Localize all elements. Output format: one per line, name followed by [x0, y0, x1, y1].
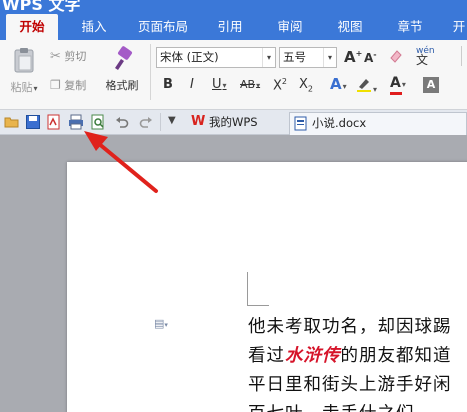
highlight-button[interactable]: ▾ [356, 76, 380, 96]
document-icon [294, 116, 307, 131]
font-color-button[interactable]: A▾ [390, 75, 406, 95]
document-page[interactable]: ▤▾ 他未考取功名，却因球踢 看过水浒传的朋友都知道 平日里和街头上游手好闲 百… [67, 162, 467, 412]
char-shading-button[interactable]: A [423, 77, 439, 93]
quickbar-separator [160, 113, 161, 131]
ribbon-tabs: 开始 插入 页面布局 引用 审阅 视图 章节 开 [0, 14, 467, 40]
tab-view[interactable]: 视图 [328, 14, 372, 40]
tab-references[interactable]: 引用 [208, 14, 252, 40]
cut-button[interactable]: ✂ 剪切 [50, 48, 86, 64]
grow-font-button[interactable]: A+ [344, 48, 362, 66]
copy-label: 复制 [64, 79, 87, 92]
tab-sections[interactable]: 章节 [388, 14, 432, 40]
customize-quickbar-icon[interactable]: ▼ [168, 115, 176, 126]
export-pdf-icon[interactable] [46, 114, 62, 130]
ribbon-home: 粘贴▾ ✂ 剪切 ❐ 复制 格式刷 宋体 (正文) ▾ 五号 ▾ A+ A- w… [0, 40, 467, 110]
wps-logo-icon: W [191, 114, 206, 129]
chevron-down-icon: ▾ [323, 48, 336, 67]
paste-dropdown-icon: ▾ [33, 84, 38, 93]
undo-icon[interactable] [114, 114, 130, 130]
ribbon-separator [461, 46, 463, 66]
text-effect-button[interactable]: A▾ [330, 75, 347, 93]
document-text-line[interactable]: 看过水浒传的朋友都知道 [248, 342, 452, 367]
tab-review[interactable]: 审阅 [268, 14, 312, 40]
bold-button[interactable]: B [163, 77, 173, 92]
underline-button[interactable]: U▾ [212, 77, 227, 92]
margin-corner-marker [247, 305, 269, 306]
format-painter-button[interactable]: 格式刷 [101, 46, 143, 102]
eraser-icon [390, 50, 402, 63]
open-folder-icon[interactable] [4, 114, 20, 130]
format-painter-label: 格式刷 [105, 79, 139, 92]
pinyin-guide-button[interactable]: wén 文 [416, 47, 435, 67]
italic-button[interactable]: I [190, 77, 194, 92]
paste-label: 粘贴 [10, 81, 33, 94]
paste-button[interactable]: 粘贴▾ [6, 46, 42, 102]
quick-access-bar: ▼ W 我的WPS 小说.docx [0, 110, 467, 135]
print-icon[interactable] [68, 114, 84, 130]
text-segment: 看过 [248, 346, 285, 366]
tab-home[interactable]: 开始 [6, 14, 58, 40]
app-title: WPS 文字 [2, 0, 81, 14]
clear-format-button[interactable] [389, 48, 403, 64]
title-bar: WPS 文字 [0, 0, 467, 14]
print-preview-icon[interactable] [90, 114, 106, 130]
cut-label: 剪切 [64, 50, 87, 63]
copy-icon: ❐ [50, 78, 61, 92]
font-size-value: 五号 [283, 50, 306, 64]
tab-document-label: 小说.docx [312, 116, 367, 130]
document-canvas[interactable]: ▤▾ 他未考取功名，却因球踢 看过水浒传的朋友都知道 平日里和街头上游手好闲 百… [0, 136, 467, 412]
scissors-icon: ✂ [50, 49, 61, 64]
paste-icon [14, 48, 34, 73]
superscript-button[interactable]: X2 [273, 77, 287, 93]
font-color-swatch [390, 92, 402, 95]
document-text-line[interactable]: 平日里和街头上游手好闲 [248, 371, 452, 396]
redo-icon[interactable] [138, 114, 154, 130]
ribbon-separator [150, 44, 151, 100]
document-text-line[interactable]: 百七叶，走手什之们 [248, 400, 415, 412]
chevron-down-icon: ▾ [262, 48, 275, 67]
font-size-select[interactable]: 五号 ▾ [279, 47, 337, 68]
tab-document[interactable]: 小说.docx [289, 112, 467, 135]
margin-corner-marker [247, 272, 248, 305]
tab-page-layout[interactable]: 页面布局 [132, 14, 194, 40]
font-family-value: 宋体 (正文) [160, 50, 219, 64]
paintbrush-icon [115, 46, 132, 70]
save-icon[interactable] [25, 114, 41, 130]
highlighted-book-title: 水浒传 [285, 346, 341, 366]
shrink-font-button[interactable]: A- [364, 50, 377, 65]
document-text-line[interactable]: 他未考取功名，却因球踢 [248, 313, 452, 338]
tab-my-wps-label: 我的WPS [209, 115, 258, 129]
tab-insert[interactable]: 插入 [72, 14, 116, 40]
paragraph-handle-icon[interactable]: ▤▾ [154, 317, 168, 330]
tab-overflow[interactable]: 开 [448, 14, 467, 40]
copy-button[interactable]: ❐ 复制 [50, 77, 86, 93]
text-segment: 的朋友都知道 [340, 346, 452, 366]
highlighter-icon [357, 79, 371, 92]
font-family-select[interactable]: 宋体 (正文) ▾ [156, 47, 276, 68]
subscript-button[interactable]: X2 [299, 77, 313, 94]
tab-my-wps[interactable]: W 我的WPS [187, 112, 287, 135]
strikethrough-button[interactable]: AB▾ [240, 78, 260, 91]
